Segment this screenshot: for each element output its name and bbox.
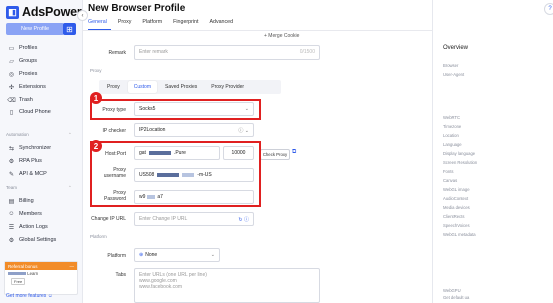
sidebar-item-billing[interactable]: ▤ Billing <box>8 196 34 206</box>
overview-display-language: Display language <box>443 151 476 156</box>
overview-timezone: Timezone <box>443 124 462 129</box>
settings-icon: ⚙ <box>8 237 15 244</box>
sidebar-item-members[interactable]: ☺ Members <box>8 209 42 219</box>
merge-cookie-link[interactable]: + Merge Cookie <box>264 33 299 39</box>
sidebar-item-profiles[interactable]: ▭ Profiles <box>8 43 38 53</box>
adspower-logo-icon: ◧ <box>6 5 19 19</box>
overview-webgl-image: WebGL image <box>443 187 470 192</box>
emoji-icon: ☺ <box>47 293 53 299</box>
chevron-up-icon: ⌃ <box>68 185 72 190</box>
overview-media-devices: Media devices <box>443 205 470 210</box>
proxy-section-label: Proxy <box>90 68 102 73</box>
minus-icon: — <box>69 263 75 269</box>
annotation-box-2 <box>90 141 261 207</box>
sidebar-item-cloud-phone[interactable]: ▯ Cloud Phone <box>8 107 51 117</box>
annotation-badge-2: 2 <box>90 140 102 152</box>
tabs-label: Tabs <box>115 272 126 278</box>
new-profile-button[interactable]: New Profile <box>6 23 64 35</box>
overview-language: Language <box>443 142 462 147</box>
ip-checker-select[interactable]: IP2Location ⓘ ⌄ <box>134 123 254 137</box>
trash-icon: ⌫ <box>7 97 16 104</box>
overview-fonts: Fonts <box>443 169 454 174</box>
sidebar-item-groups[interactable]: ▱ Groups <box>8 56 37 66</box>
sidebar-item-rpa-plus[interactable]: ⚙ RPA Plus <box>8 156 42 166</box>
platform-label: Platform <box>107 253 126 259</box>
rpa-icon: ⚙ <box>8 158 15 165</box>
sync-icon: ⇆ <box>8 145 15 152</box>
sidebar-item-action-logs[interactable]: ☰ Action Logs <box>8 222 48 232</box>
refresh-icon: ↻ ⓘ <box>238 216 249 223</box>
sidebar-item-synchronizer[interactable]: ⇆ Synchronizer <box>8 143 51 153</box>
ip-checker-label: IP checker <box>102 128 126 134</box>
overview-screen-resolution: Screen Resolution <box>443 160 478 165</box>
new-profile-menu-button[interactable]: ⊞ <box>63 23 76 35</box>
overview-webgpu: WebGPU <box>443 288 461 293</box>
tab-platform[interactable]: Platform <box>142 19 162 25</box>
referral-plan: Free <box>5 277 77 286</box>
referral-user: Learn <box>5 270 77 277</box>
annotation-box-1 <box>90 99 261 120</box>
remark-input[interactable]: Enter remark 0/1500 <box>134 45 320 60</box>
tab-general[interactable]: General <box>88 19 107 25</box>
change-ip-url-input[interactable]: Enter Change IP URL ↻ ⓘ <box>134 212 254 226</box>
help-icon[interactable]: ? <box>544 3 553 15</box>
overview-title: Overview <box>443 45 469 51</box>
tab-fingerprint[interactable]: Fingerprint <box>173 19 198 25</box>
help-chevron-icon: ⓘ ⌄ <box>238 127 249 134</box>
tab-custom[interactable]: Custom <box>127 81 158 93</box>
overview-browser: Browser <box>443 63 459 68</box>
overview-user-agent: User-Agent <box>443 72 465 77</box>
extension-icon: ✣ <box>8 84 15 91</box>
app-name: AdsPower <box>22 5 82 19</box>
copy-icon[interactable]: ⧉ <box>292 149 296 156</box>
chevron-down-icon: ⌄ <box>210 252 215 258</box>
change-ip-url-label: Change IP URL <box>91 216 126 222</box>
sidebar-item-global-settings[interactable]: ⚙ Global Settings <box>8 235 57 245</box>
overview-speechvoices: SpeechVoices <box>443 223 470 228</box>
overview-webgl-metadata: WebGL metadata <box>443 232 476 237</box>
sidebar-item-proxies[interactable]: ◎ Proxies <box>8 69 37 79</box>
referral-header: Referral bonus — <box>5 262 77 270</box>
automation-section-label: Automation ⌃ <box>6 132 72 137</box>
overview-audiocontext: AudioContext <box>443 196 469 201</box>
tab-proxy-mode[interactable]: Proxy <box>101 81 126 93</box>
sidebar-item-trash[interactable]: ⌫ Trash <box>7 95 33 105</box>
platform-section-label: Platform <box>90 234 107 239</box>
tabs-textarea[interactable]: Enter URLs (one URL per line) www.google… <box>134 268 320 303</box>
members-icon: ☺ <box>8 211 15 217</box>
overview-default-ua: Get default ua <box>443 295 470 300</box>
annotation-badge-1: 1 <box>90 92 102 104</box>
overview-webrtc: WebRTC <box>443 115 461 120</box>
team-section-label: Team ⌃ <box>6 185 72 190</box>
overview-canvas: Canvas <box>443 178 458 183</box>
folder-icon: ▱ <box>9 58 14 65</box>
sidebar: ◧ AdsPower ‹ New Profile ⊞ ▭ Profiles ▱ Gr… <box>0 0 88 303</box>
sidebar-item-api-mcp[interactable]: ✎ API & MCP <box>8 169 47 179</box>
tab-proxy[interactable]: Proxy <box>118 19 132 25</box>
platform-select[interactable]: ⊕ None ⌄ <box>134 248 220 262</box>
billing-icon: ▤ <box>8 198 15 205</box>
check-proxy-button[interactable]: Check Proxy <box>260 149 290 160</box>
overview-panel: ? Overview Browser User-Agent WebRTC Tim… <box>432 0 553 303</box>
profile-tabs: General Proxy Platform Fingerprint Advan… <box>88 19 233 25</box>
page-title: New Browser Profile <box>88 3 186 14</box>
overview-clientrects: ClientRects <box>443 214 465 219</box>
get-more-features-link[interactable]: Get more features ☺ <box>6 293 53 299</box>
phone-icon: ▯ <box>9 109 14 116</box>
tab-proxy-provider[interactable]: Proxy Provider <box>205 81 250 93</box>
globe-icon: ◎ <box>8 71 15 78</box>
referral-card[interactable]: Referral bonus — Learn Free <box>4 261 78 295</box>
overview-location: Location <box>443 133 459 138</box>
globe-icon: ⊕ <box>139 252 144 258</box>
app-logo: ◧ AdsPower <box>6 4 82 20</box>
api-icon: ✎ <box>8 171 15 178</box>
tab-saved-proxies[interactable]: Saved Proxies <box>159 81 203 93</box>
sidebar-item-extensions[interactable]: ✣ Extensions <box>8 82 46 92</box>
chevron-up-icon: ⌃ <box>68 132 72 137</box>
remark-label: Remark <box>108 50 126 56</box>
proxy-mode-tabs: Proxy Custom Saved Proxies Proxy Provide… <box>99 80 281 94</box>
profiles-icon: ▭ <box>8 45 15 52</box>
logs-icon: ☰ <box>8 224 15 231</box>
tab-advanced[interactable]: Advanced <box>209 19 233 25</box>
